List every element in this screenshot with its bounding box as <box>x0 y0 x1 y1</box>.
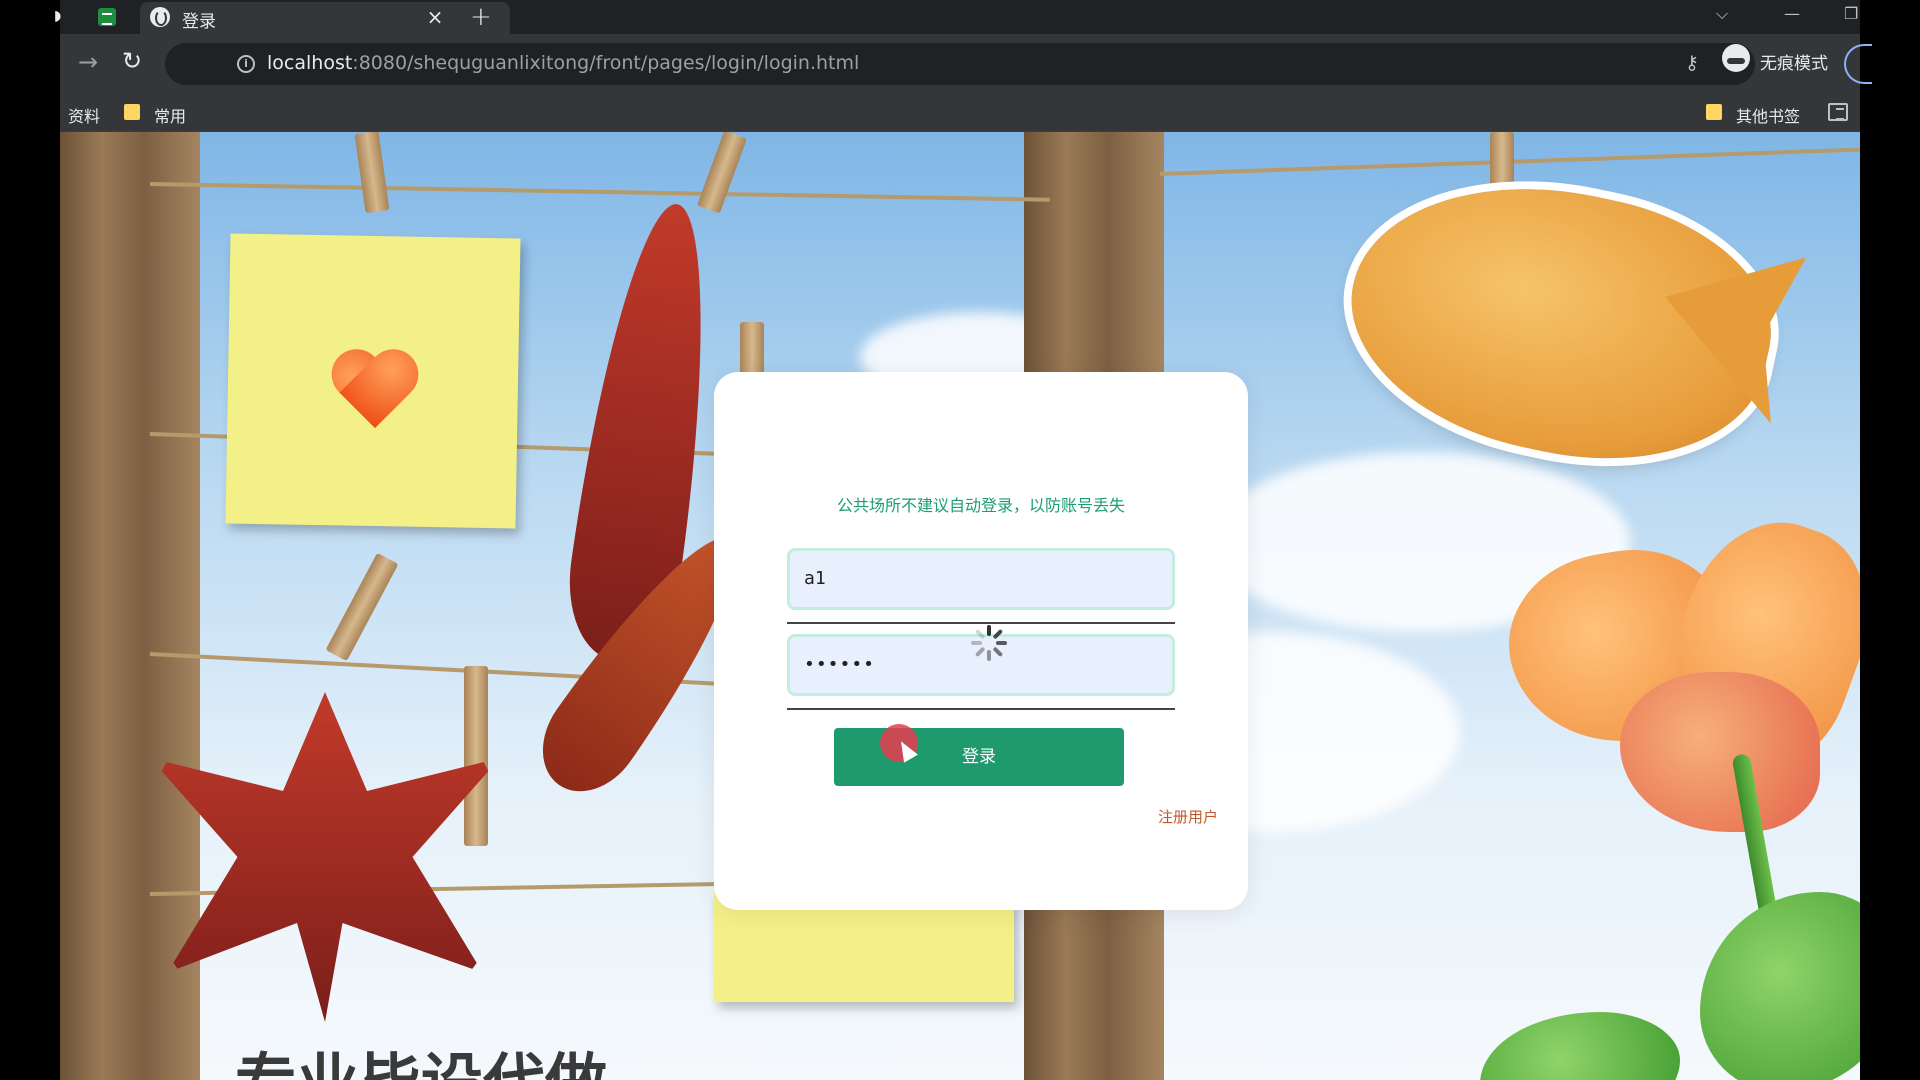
register-link[interactable]: 注册用户 <box>1158 806 1218 827</box>
browser-window: ◗ 登录 × + ⌵ — ❐ → ↻ i localhost:8080/sheq… <box>54 0 1872 1080</box>
green-leaf <box>1480 1012 1680 1080</box>
reading-list-icon[interactable] <box>1828 103 1848 121</box>
login-card: 公共场所不建议自动登录，以防账号丢失 a1 •••••• 登录 注册用户 <box>714 372 1248 910</box>
previous-tab-fragment[interactable]: ◗ <box>54 8 66 26</box>
login-notice: 公共场所不建议自动登录，以防账号丢失 <box>836 496 1125 515</box>
reload-icon[interactable]: ↻ <box>122 47 142 75</box>
restore-icon[interactable]: ❐ <box>1844 4 1858 23</box>
profile-button-edge[interactable] <box>1844 44 1872 84</box>
tab-title: 登录 <box>182 12 216 32</box>
tab-close-icon[interactable]: × <box>424 5 446 29</box>
input-underline <box>787 708 1175 710</box>
maple-leaf <box>150 692 500 1022</box>
new-tab-button[interactable]: + <box>470 2 492 32</box>
wooden-post-left <box>60 132 200 1080</box>
url-host: localhost <box>267 52 353 74</box>
minimize-icon[interactable]: — <box>1784 4 1800 23</box>
folder-icon <box>124 104 140 120</box>
clothespin <box>697 132 747 214</box>
incognito-label[interactable]: 无痕模式 <box>1760 49 1828 74</box>
bookmark-other[interactable]: 其他书签 <box>1736 103 1800 127</box>
browser-toolbar: → ↻ i localhost:8080/shequguanlixitong/f… <box>60 34 1872 94</box>
spreadsheet-tab-icon[interactable] <box>98 8 116 26</box>
login-button[interactable]: 登录 <box>834 728 1124 786</box>
heart-icon <box>330 352 420 432</box>
green-leaf <box>1700 892 1860 1080</box>
screen: ◗ 登录 × + ⌵ — ❐ → ↻ i localhost:8080/sheq… <box>0 0 1920 1080</box>
clothespin <box>354 132 390 214</box>
flower-petal <box>1620 672 1820 832</box>
incognito-icon[interactable] <box>1722 44 1750 72</box>
address-bar[interactable]: i localhost:8080/shequguanlixitong/front… <box>165 43 1755 85</box>
clothespin <box>325 552 399 662</box>
bookmark-ziliao[interactable]: 资料 <box>68 103 100 127</box>
url-text[interactable]: localhost:8080/shequguanlixitong/front/p… <box>267 52 859 74</box>
forward-arrow-icon[interactable]: → <box>78 48 98 76</box>
tab-search-icon[interactable]: ⌵ <box>1716 4 1728 24</box>
folder-icon <box>1706 104 1722 120</box>
input-underline <box>787 622 1175 624</box>
loading-spinner-icon <box>971 625 1007 661</box>
key-icon[interactable]: ⚷ <box>1685 52 1699 74</box>
info-icon[interactable]: i <box>237 55 255 73</box>
bookmarks-bar: 资料 常用 其他书签 <box>60 94 1860 132</box>
rope <box>149 182 1050 202</box>
login-page: 专业毕设代做 公共场所不建议自动登录，以防账号丢失 a1 •••••• <box>60 132 1860 1080</box>
banner-text: 专业毕设代做 <box>235 1032 607 1080</box>
url-path: :8080/shequguanlixitong/front/pages/logi… <box>352 52 860 74</box>
username-input[interactable]: a1 <box>787 548 1175 610</box>
clothespin <box>464 666 488 846</box>
globe-icon <box>150 7 170 27</box>
bookmark-changyong[interactable]: 常用 <box>154 103 186 127</box>
tab-bar: ◗ 登录 × + ⌵ — ❐ <box>54 0 1860 34</box>
